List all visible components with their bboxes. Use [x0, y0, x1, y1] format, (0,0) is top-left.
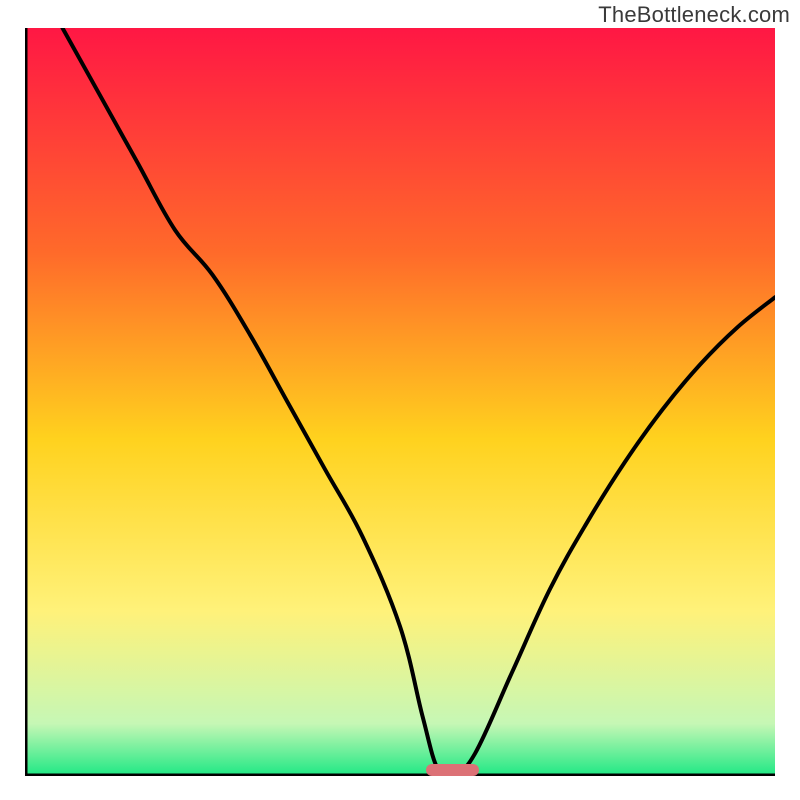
gradient-background [25, 28, 775, 776]
optimal-marker [426, 764, 479, 776]
chart-svg [25, 28, 775, 776]
watermark-text: TheBottleneck.com [598, 2, 790, 28]
bottleneck-plot [25, 28, 775, 776]
chart-frame: TheBottleneck.com [0, 0, 800, 800]
